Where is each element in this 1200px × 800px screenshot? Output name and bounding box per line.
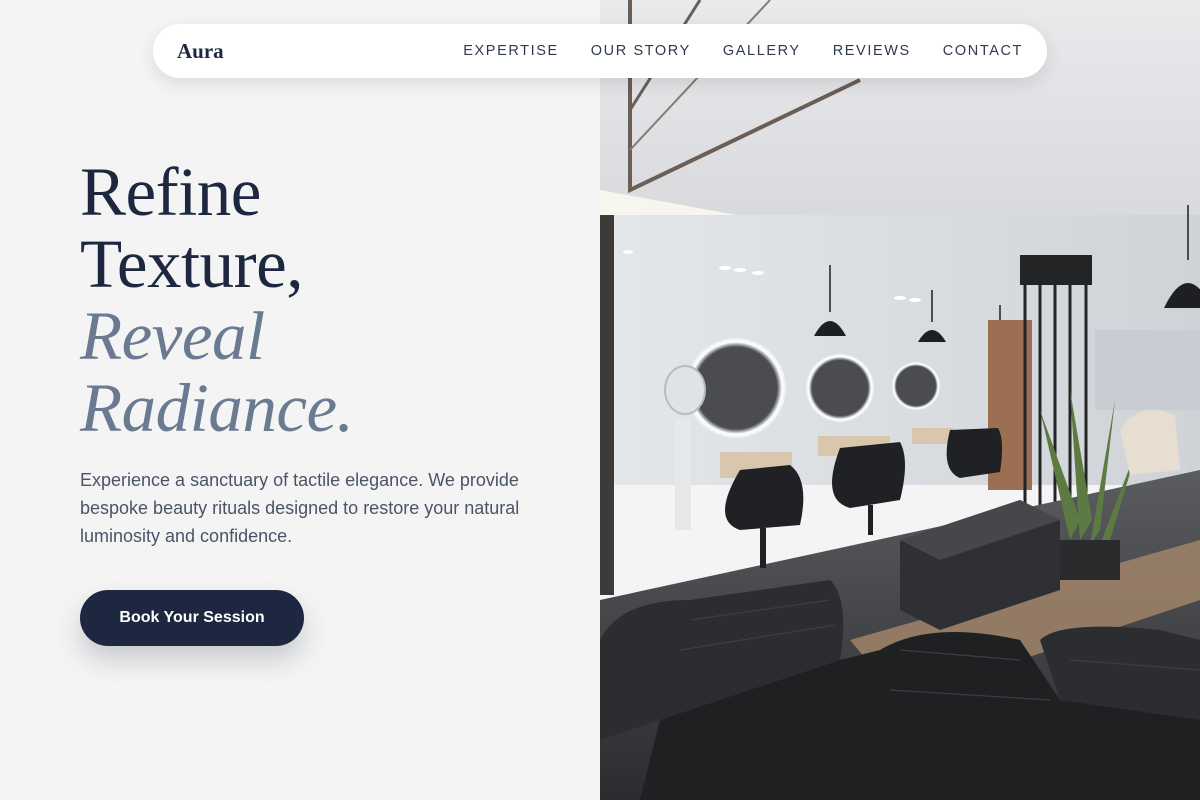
headline-line-4: Radiance. — [80, 370, 354, 446]
nav-item-our-story: OUR STORY — [591, 42, 691, 60]
hero-headline: Refine Texture, Reveal Radiance. — [80, 154, 354, 446]
nav-link-reviews[interactable]: REVIEWS — [833, 43, 911, 59]
nav-link-contact[interactable]: CONTACT — [943, 43, 1023, 59]
headline-line-3: Reveal — [80, 298, 265, 374]
nav-links: EXPERTISE OUR STORY GALLERY REVIEWS CONT… — [463, 24, 1023, 78]
hero-description: Experience a sanctuary of tactile elegan… — [80, 470, 520, 546]
nav-item-contact: CONTACT — [943, 42, 1023, 60]
brand-logo[interactable]: Aura — [177, 24, 224, 78]
hero-section: Refine Texture, Reveal Radiance. Experie… — [0, 0, 600, 800]
headline-line-1: Refine — [80, 154, 261, 230]
nav-link-our-story[interactable]: OUR STORY — [591, 43, 691, 59]
salon-interior-image — [600, 0, 1200, 800]
top-navbar: Aura EXPERTISE OUR STORY GALLERY REVIEWS… — [153, 24, 1047, 78]
nav-item-gallery: GALLERY — [723, 42, 801, 60]
nav-item-expertise: EXPERTISE — [463, 42, 559, 60]
book-session-button[interactable]: Book Your Session — [80, 590, 304, 646]
salon-photo-illustration — [600, 0, 1200, 800]
headline-line-2: Texture, — [80, 226, 303, 302]
nav-link-expertise[interactable]: EXPERTISE — [463, 43, 559, 59]
nav-item-reviews: REVIEWS — [833, 42, 911, 60]
nav-link-gallery[interactable]: GALLERY — [723, 43, 801, 59]
